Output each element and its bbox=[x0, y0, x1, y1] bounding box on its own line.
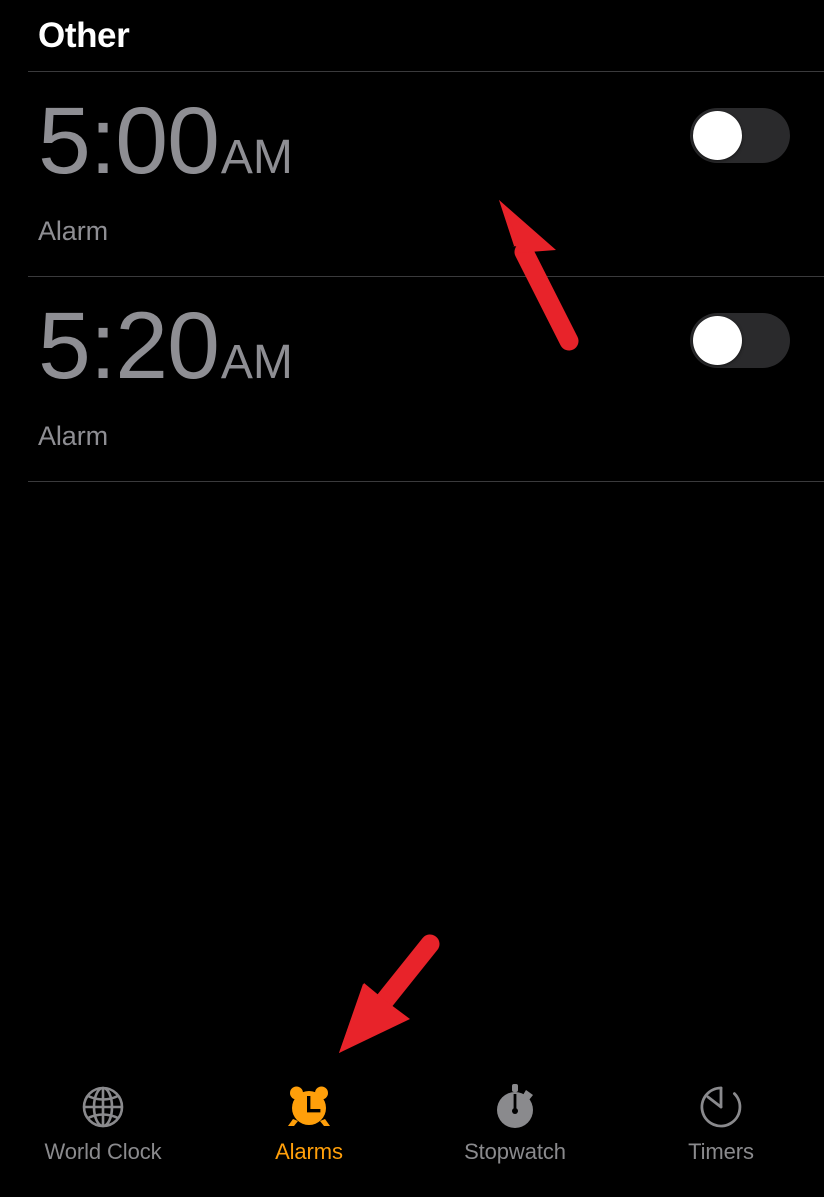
tab-label-world-clock: World Clock bbox=[44, 1139, 162, 1164]
alarm-toggle-knob bbox=[693, 111, 742, 160]
alarm-time-value: 5:20 bbox=[38, 293, 220, 399]
globe-icon bbox=[82, 1086, 124, 1128]
alarm-label: Alarm bbox=[38, 421, 109, 451]
timer-icon bbox=[700, 1086, 742, 1128]
tab-label-stopwatch: Stopwatch bbox=[464, 1139, 566, 1164]
stopwatch-icon bbox=[497, 1084, 533, 1128]
tab-label-timers: Timers bbox=[688, 1139, 754, 1164]
divider-below-alarms bbox=[28, 481, 824, 482]
tab-world-clock[interactable]: World Clock bbox=[0, 1081, 206, 1165]
tab-stopwatch[interactable]: Stopwatch bbox=[412, 1081, 618, 1165]
alarm-toggle[interactable] bbox=[690, 108, 790, 163]
alarm-list: 5:00 AM Alarm 5:20 AM Alarm bbox=[0, 72, 824, 482]
tab-bar: World Clock Alarms Stopwatch Timers bbox=[0, 1067, 824, 1197]
arrow-pointing-to-alarms-tab bbox=[339, 934, 440, 1053]
tab-alarms[interactable]: Alarms bbox=[206, 1081, 412, 1165]
page-title: Other bbox=[38, 16, 130, 55]
tab-timers[interactable]: Timers bbox=[618, 1081, 824, 1165]
alarm-row[interactable]: 5:00 AM Alarm bbox=[0, 72, 824, 276]
alarm-time-value: 5:00 bbox=[38, 88, 220, 194]
page-header: Other bbox=[0, 0, 824, 71]
alarm-label: Alarm bbox=[38, 216, 109, 246]
alarm-row[interactable]: 5:20 AM Alarm bbox=[0, 277, 824, 481]
alarm-meridiem: AM bbox=[220, 336, 293, 389]
alarm-clock-icon bbox=[288, 1086, 330, 1126]
tab-label-alarms: Alarms bbox=[275, 1139, 343, 1164]
alarm-meridiem: AM bbox=[220, 131, 293, 184]
alarm-toggle[interactable] bbox=[690, 313, 790, 368]
alarm-toggle-knob bbox=[693, 316, 742, 365]
